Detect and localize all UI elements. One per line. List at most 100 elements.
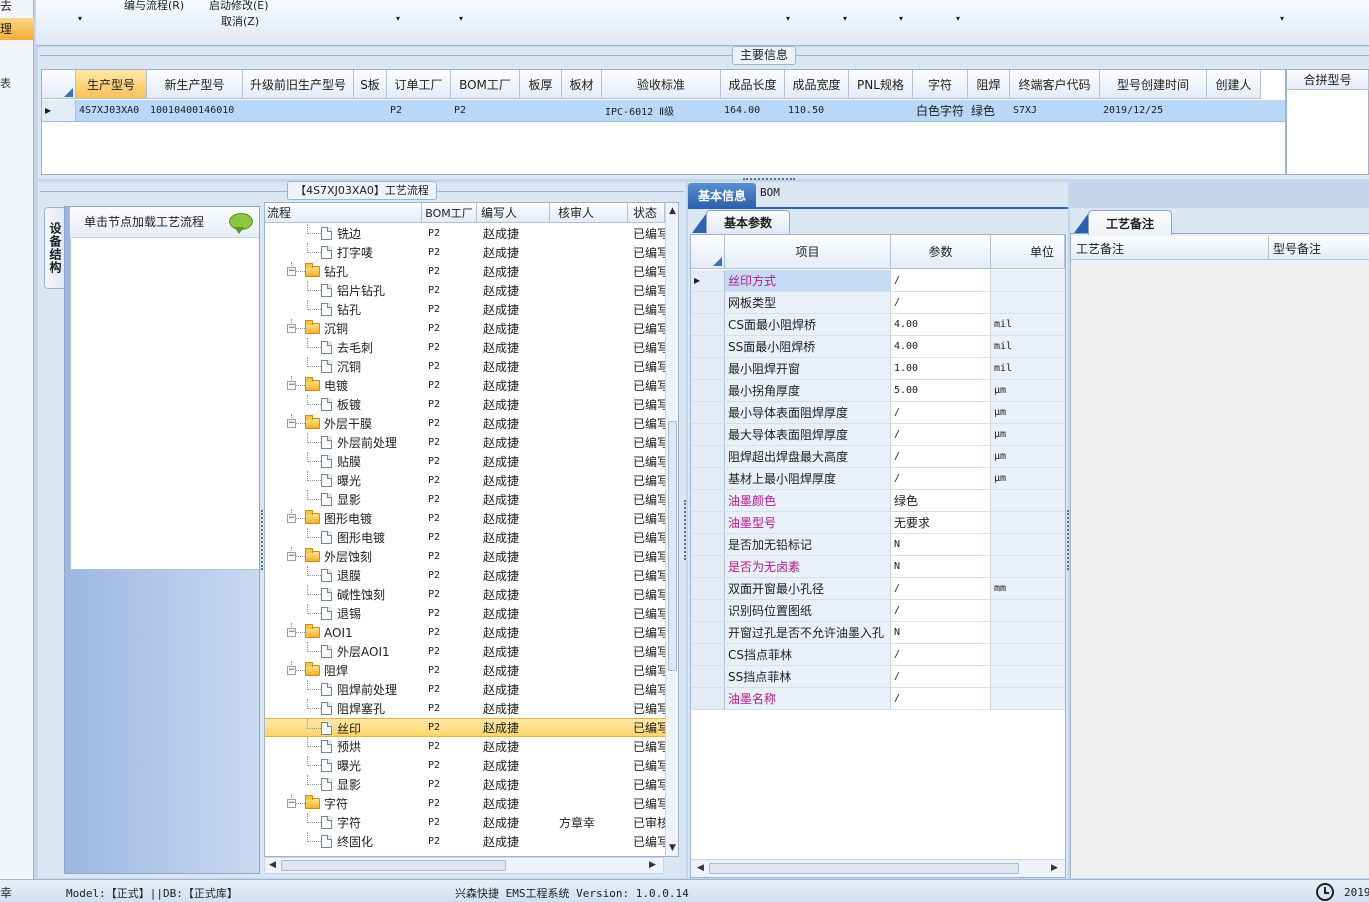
col-header-bom-factory[interactable]: BOM工厂	[451, 70, 520, 99]
left-nav-item-active[interactable]: 理	[0, 18, 34, 40]
cell-unit[interactable]	[991, 666, 1065, 687]
col-header-legend[interactable]: 字符	[913, 70, 968, 99]
cell-item[interactable]: 最小阻焊开窗	[725, 358, 891, 379]
cell-author[interactable]: 赵成捷	[480, 775, 550, 794]
cell-author[interactable]: 赵成捷	[480, 680, 550, 699]
cell-item[interactable]: SS挡点菲林	[725, 666, 891, 687]
cell-length[interactable]: 164.00	[721, 100, 785, 121]
cell-author[interactable]: 赵成捷	[480, 756, 550, 775]
cell-unit[interactable]	[991, 688, 1065, 709]
cell-bom-factory[interactable]: P2	[425, 452, 477, 471]
cell-author[interactable]: 赵成捷	[480, 490, 550, 509]
dropdown-arrow-icon[interactable]: ▾	[899, 14, 903, 23]
cell-reviewer[interactable]	[556, 357, 628, 376]
cell-author[interactable]: 赵成捷	[480, 262, 550, 281]
cell-author[interactable]: 赵成捷	[480, 661, 550, 680]
tree-row[interactable]: 丝印 P2赵成捷 已编写	[265, 718, 665, 737]
cell-unit[interactable]	[991, 600, 1065, 621]
tree-node[interactable]: 曝光	[321, 756, 365, 775]
cell-bom-factory[interactable]: P2	[425, 756, 477, 775]
cell-bom-factory[interactable]: P2	[425, 680, 477, 699]
col-header-order-factory[interactable]: 订单工厂	[387, 70, 451, 99]
dropdown-arrow-icon[interactable]: ▾	[843, 14, 847, 23]
cell-status[interactable]: 已编写	[630, 623, 665, 642]
cell-unit[interactable]	[991, 534, 1065, 555]
cell-reviewer[interactable]	[556, 376, 628, 395]
cell-bom-factory[interactable]: P2	[425, 604, 477, 623]
cell-param[interactable]: 无要求	[891, 512, 991, 533]
table-row[interactable]: 是否为无卤素 N	[691, 556, 1065, 578]
cell-reviewer[interactable]	[556, 642, 628, 661]
cell-reviewer[interactable]	[556, 490, 628, 509]
splitter-dots-icon[interactable]	[1067, 510, 1069, 570]
cell-author[interactable]: 赵成捷	[480, 566, 550, 585]
table-row[interactable]: 开窗过孔是否不允许油墨入孔 N	[691, 622, 1065, 644]
col-header-solder[interactable]: 阻焊	[968, 70, 1010, 99]
cell-status[interactable]: 已编写	[630, 376, 665, 395]
cell-creator[interactable]	[1207, 100, 1261, 121]
col-header-customer-code[interactable]: 终端客户代码	[1010, 70, 1100, 99]
cell-reviewer[interactable]	[556, 719, 628, 736]
menu-item-cancel[interactable]: 取消(Z)	[221, 13, 259, 29]
tree-row[interactable]: 图形电镀 P2赵成捷 已编写	[265, 528, 665, 547]
cell-status[interactable]: 已编写	[630, 224, 665, 243]
cell-unit[interactable]	[991, 512, 1065, 533]
col-header-reviewer[interactable]: 核审人	[550, 203, 628, 223]
tree-node[interactable]: 外层干膜	[305, 414, 376, 433]
table-row[interactable]: 最大导体表面阻焊厚度 / μm	[691, 424, 1065, 446]
cell-bom-factory[interactable]: P2	[425, 357, 477, 376]
cell-status[interactable]: 已编写	[630, 452, 665, 471]
cell-bom-factory[interactable]: P2	[425, 281, 477, 300]
tree-node[interactable]: 显影	[321, 490, 365, 509]
col-header-unit[interactable]: 单位	[991, 235, 1065, 269]
cell-bom-factory[interactable]: P2	[425, 832, 477, 851]
cell-status[interactable]: 已编写	[630, 566, 665, 585]
cell-author[interactable]: 赵成捷	[480, 224, 550, 243]
cell-bom-factory[interactable]: P2	[425, 395, 477, 414]
cell-item[interactable]: 网板类型	[725, 292, 891, 313]
cell-item[interactable]: SS面最小阻焊桥	[725, 336, 891, 357]
cell-status[interactable]: 已编写	[630, 319, 665, 338]
tree-node[interactable]: 显影	[321, 775, 365, 794]
cell-param[interactable]: /	[891, 666, 991, 687]
tree-node[interactable]: 退膜	[321, 566, 365, 585]
tree-row[interactable]: 铣边 P2赵成捷 已编写	[265, 224, 665, 243]
tree-node[interactable]: 曝光	[321, 471, 365, 490]
table-row[interactable]: 油墨名称 /	[691, 688, 1065, 710]
cell-param[interactable]: /	[891, 292, 991, 313]
cell-reviewer[interactable]	[556, 604, 628, 623]
cell-status[interactable]: 已编写	[630, 832, 665, 851]
cell-created-time[interactable]: 2019/12/25	[1100, 100, 1207, 121]
cell-bom-factory[interactable]: P2	[425, 585, 477, 604]
cell-item[interactable]: 油墨颜色	[725, 490, 891, 511]
tree-node[interactable]: 沉铜	[305, 319, 352, 338]
tree-node[interactable]: 贴膜	[321, 452, 365, 471]
cell-bom-factory[interactable]: P2	[425, 775, 477, 794]
tree-row[interactable]: − 外层蚀刻 P2赵成捷 已编写	[265, 547, 665, 566]
cell-status[interactable]: 已编写	[630, 737, 665, 756]
splitter-handle-icon[interactable]	[743, 178, 795, 181]
cell-reviewer[interactable]	[556, 794, 628, 813]
table-row[interactable]: SS挡点菲林 /	[691, 666, 1065, 688]
cell-item[interactable]: 最小导体表面阻焊厚度	[725, 402, 891, 423]
tree-node[interactable]: 阻焊前处理	[321, 680, 401, 699]
cell-reviewer[interactable]	[556, 300, 628, 319]
cell-bom-factory[interactable]: P2	[425, 224, 477, 243]
cell-reviewer[interactable]	[556, 680, 628, 699]
tree-row[interactable]: 退锡 P2赵成捷 已编写	[265, 604, 665, 623]
cell-unit[interactable]: μm	[991, 402, 1065, 423]
cell-author[interactable]: 赵成捷	[480, 509, 550, 528]
table-row[interactable]: CS面最小阻焊桥 4.00 mil	[691, 314, 1065, 336]
cell-item[interactable]: 最小拐角厚度	[725, 380, 891, 401]
cell-bom-factory[interactable]: P2	[425, 813, 477, 832]
tree-node[interactable]: 字符	[305, 794, 352, 813]
cell-item[interactable]: 双面开窗最小孔径	[725, 578, 891, 599]
cell-reviewer[interactable]	[556, 661, 628, 680]
cell-reviewer[interactable]	[556, 243, 628, 262]
tree-row[interactable]: 外层前处理 P2赵成捷 已编写	[265, 433, 665, 452]
cell-author[interactable]: 赵成捷	[480, 813, 550, 832]
cell-status[interactable]: 已编写	[630, 243, 665, 262]
dropdown-arrow-icon[interactable]: ▾	[459, 14, 463, 23]
scroll-thumb-h[interactable]	[709, 863, 1019, 874]
tree-row[interactable]: 曝光 P2赵成捷 已编写	[265, 471, 665, 490]
